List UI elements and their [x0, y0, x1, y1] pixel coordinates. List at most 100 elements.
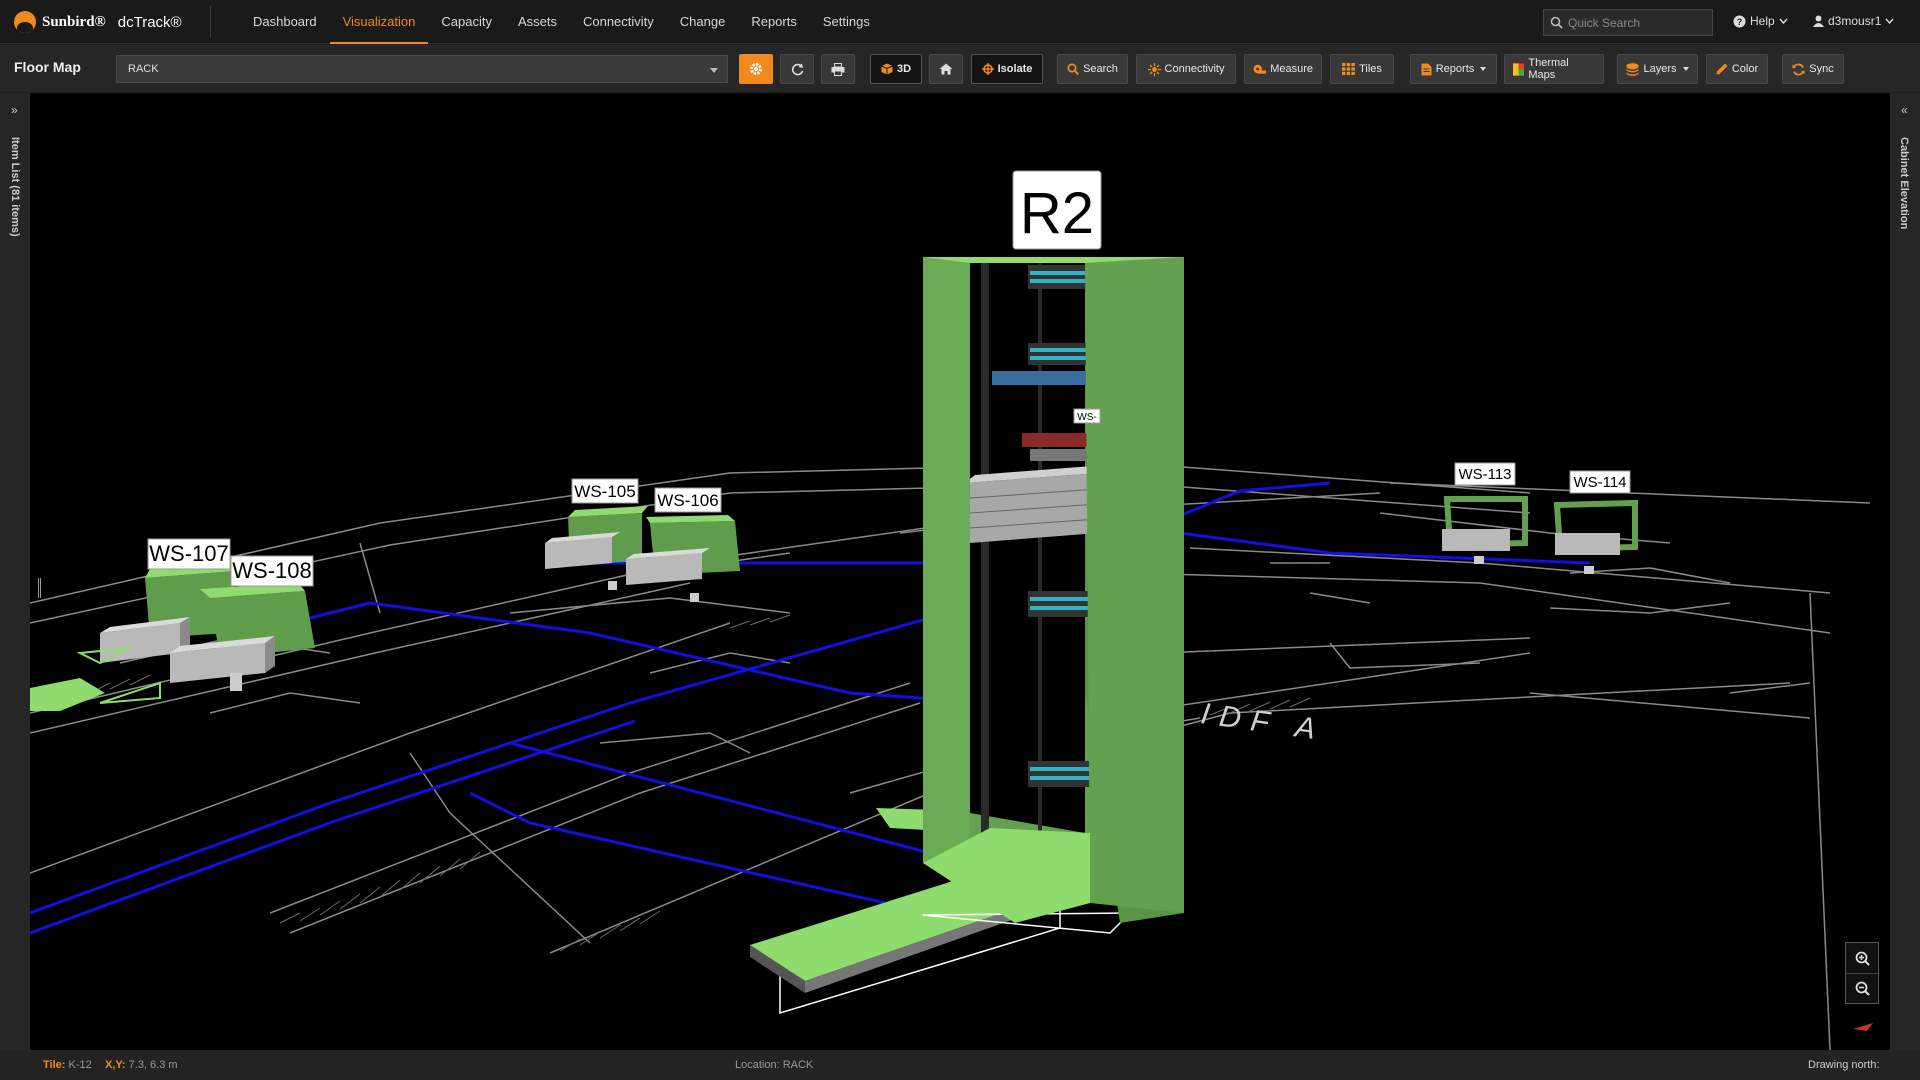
cabinet-elevation-panel: « Cabinet Elevation — [1890, 93, 1920, 1050]
3d-view-label: 3D — [896, 63, 912, 75]
svg-text:WS-105: WS-105 — [574, 482, 635, 501]
nav-change[interactable]: Change — [667, 0, 739, 44]
gear-icon — [750, 63, 762, 75]
location-status: Location: RACK — [735, 1059, 814, 1071]
connectivity-button[interactable]: Connectivity — [1136, 54, 1236, 84]
rack-label-r2[interactable]: R2 — [1012, 170, 1102, 250]
help-menu[interactable]: ? Help — [1733, 14, 1788, 28]
dropdown-caret-icon — [710, 68, 718, 73]
cube-icon — [881, 63, 893, 75]
rack-device[interactable] — [1028, 591, 1098, 617]
settings-button[interactable] — [739, 54, 773, 84]
search-button[interactable]: Search — [1057, 54, 1128, 84]
quick-search-input[interactable] — [1568, 15, 1708, 30]
3d-view-button[interactable]: 3D — [870, 54, 922, 84]
drawing-north-label: Drawing north: — [1808, 1059, 1880, 1071]
search-label: Search — [1083, 63, 1118, 75]
search-icon — [1067, 63, 1080, 75]
print-button[interactable] — [821, 54, 855, 84]
chevron-down-icon — [1885, 18, 1894, 24]
refresh-button[interactable] — [780, 54, 814, 84]
north-arrow-icon — [1853, 1023, 1873, 1031]
cable-routes — [30, 481, 1591, 935]
chevron-down-icon — [1779, 18, 1788, 24]
reports-dropdown-button[interactable]: Reports — [1410, 54, 1497, 84]
nav-assets[interactable]: Assets — [505, 0, 570, 44]
reports-label: Reports — [1435, 63, 1475, 75]
isolate-button[interactable]: Isolate — [971, 54, 1043, 84]
label-ws-108[interactable]: WS-108 — [230, 555, 314, 587]
thermal-maps-label: Thermal Maps — [1528, 57, 1569, 81]
label-ws-partial[interactable]: WS- — [1073, 408, 1101, 424]
nav-capacity[interactable]: Capacity — [428, 0, 505, 44]
color-button[interactable]: Color — [1706, 54, 1768, 84]
panel-resize-handle[interactable] — [38, 578, 41, 598]
user-menu[interactable]: d3mousr1 — [1813, 14, 1894, 28]
zoom-in-icon — [1855, 951, 1870, 966]
3d-floor-map-viewport[interactable]: IDF A R2 WS-105 WS-106 WS-107 WS-108 WS-… — [30, 93, 1890, 1050]
tile-key: Tile: — [43, 1059, 66, 1071]
workstation-ws-113[interactable] — [1442, 496, 1528, 564]
scene-labels: R2 WS-105 WS-106 WS-107 WS-108 WS-113 WS… — [147, 170, 1631, 587]
app-logo[interactable]: Sunbird® dcTrack® — [14, 10, 182, 34]
rack-device[interactable] — [992, 371, 1098, 385]
main-menu: Dashboard Visualization Capacity Assets … — [240, 0, 883, 44]
quick-search — [1543, 9, 1713, 36]
rack-server[interactable] — [965, 465, 1105, 543]
nav-divider — [210, 6, 211, 38]
nav-connectivity[interactable]: Connectivity — [570, 0, 667, 44]
user-name: d3mousr1 — [1828, 14, 1882, 28]
home-icon — [939, 63, 953, 75]
tape-measure-icon — [1253, 64, 1267, 74]
chevron-down-icon — [1480, 67, 1487, 71]
help-icon: ? — [1733, 15, 1746, 27]
cabinet-elevation-tab[interactable]: Cabinet Elevation — [1898, 137, 1910, 229]
label-ws-114[interactable]: WS-114 — [1569, 470, 1631, 494]
partial-cabinet-left — [30, 678, 105, 711]
tiles-button[interactable]: Tiles — [1330, 54, 1394, 84]
printer-icon — [831, 62, 845, 76]
product-name: dcTrack® — [117, 13, 182, 31]
connectivity-label: Connectivity — [1164, 63, 1225, 75]
svg-text:R2: R2 — [1020, 181, 1094, 246]
layers-dropdown-button[interactable]: Layers — [1617, 54, 1698, 84]
svg-text:WS-106: WS-106 — [657, 491, 718, 510]
floor-map-toolbar: Floor Map RACK 3D Isolate Search Connect… — [0, 45, 1920, 92]
main-rack-r2[interactable] — [750, 257, 1184, 1015]
location-selector[interactable]: RACK — [116, 55, 728, 83]
zoom-controls — [1845, 942, 1879, 1004]
label-ws-107[interactable]: WS-107 — [147, 538, 231, 570]
brand-name: Sunbird® — [42, 13, 106, 30]
label-ws-106[interactable]: WS-106 — [654, 487, 722, 513]
search-icon — [1544, 16, 1568, 29]
nav-visualization[interactable]: Visualization — [329, 0, 429, 44]
document-icon — [1421, 63, 1432, 75]
layers-label: Layers — [1643, 63, 1677, 75]
expand-panel-icon[interactable]: « — [1901, 103, 1908, 117]
svg-text:WS-108: WS-108 — [232, 558, 311, 583]
zoom-out-button[interactable] — [1846, 973, 1878, 1003]
label-ws-113[interactable]: WS-113 — [1454, 462, 1516, 486]
tiles-label: Tiles — [1359, 63, 1382, 75]
home-button[interactable] — [929, 54, 963, 84]
expand-panel-icon[interactable]: » — [11, 103, 18, 117]
network-icon — [1147, 62, 1161, 76]
measure-label: Measure — [1270, 63, 1313, 75]
rack-device[interactable] — [1028, 761, 1098, 787]
location-selector-value: RACK — [128, 63, 159, 75]
thermal-maps-button[interactable]: Thermal Maps — [1504, 54, 1604, 84]
nav-dashboard[interactable]: Dashboard — [240, 0, 330, 44]
measure-button[interactable]: Measure — [1244, 54, 1322, 84]
user-icon — [1813, 15, 1824, 27]
item-list-tab[interactable]: Item List (81 items) — [9, 137, 21, 237]
isolate-label: Isolate — [997, 63, 1033, 75]
nav-settings[interactable]: Settings — [810, 0, 883, 44]
item-list-panel: » Item List (81 items) — [0, 93, 30, 1050]
svg-text:WS-114: WS-114 — [1573, 474, 1626, 491]
svg-text:?: ? — [1737, 17, 1743, 27]
sync-button[interactable]: Sync — [1782, 54, 1844, 84]
zoom-in-button[interactable] — [1846, 943, 1878, 973]
svg-text:WS-113: WS-113 — [1458, 466, 1511, 483]
label-ws-105[interactable]: WS-105 — [571, 478, 639, 504]
nav-reports[interactable]: Reports — [738, 0, 810, 44]
